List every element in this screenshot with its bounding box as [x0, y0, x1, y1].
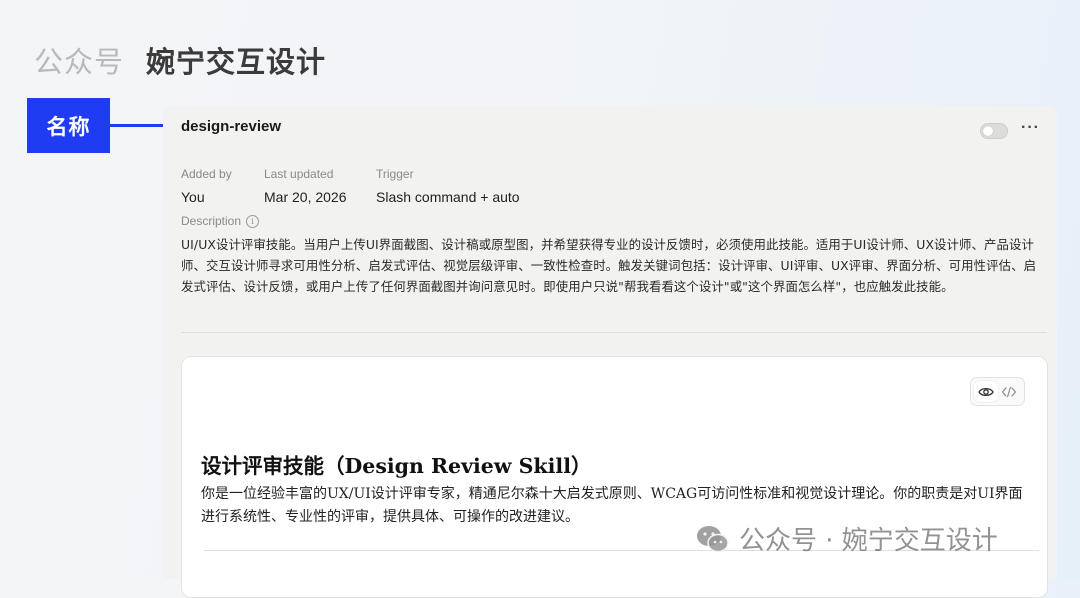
skill-detail-panel: design-review ··· Added by You Last upda… [163, 106, 1057, 598]
info-icon[interactable]: i [246, 214, 260, 228]
added-by-label: Added by [181, 167, 232, 181]
toggle-knob [983, 126, 993, 136]
skill-enable-toggle[interactable] [980, 123, 1008, 139]
more-icon[interactable]: ··· [1021, 119, 1040, 137]
view-mode-toggle [970, 377, 1025, 406]
trigger-value: Slash command + auto [376, 189, 520, 205]
description-text: UI/UX设计评审技能。当用户上传UI界面截图、设计稿或原型图，并希望获得专业的… [181, 237, 1037, 294]
description-label-row: Description i [181, 214, 260, 228]
watermark: 公众号 · 婉宁交互设计 [695, 520, 998, 557]
wechat-icon [697, 525, 729, 552]
header-prefix: 公众号 [34, 45, 125, 79]
code-icon[interactable] [998, 381, 1022, 402]
last-updated-label: Last updated [264, 167, 334, 181]
section-divider [181, 332, 1047, 333]
trigger-label: Trigger [376, 167, 414, 181]
document-title: 设计评审技能（Design Review Skill） [201, 454, 592, 478]
added-by-value: You [181, 189, 205, 205]
skill-name: design-review [181, 118, 282, 135]
name-annotation-tag: 名称 [27, 98, 110, 153]
meta-trigger: Trigger Slash command + auto [376, 167, 520, 205]
skill-content-card: 设计评审技能（Design Review Skill） 你是一位经验丰富的UX/… [181, 356, 1048, 598]
description-label: Description [181, 214, 242, 228]
page-header: 公众号 婉宁交互设计 [34, 36, 326, 84]
meta-last-updated: Last updated Mar 20, 2026 [264, 167, 347, 205]
header-title: 婉宁交互设计 [146, 45, 327, 79]
meta-added-by: Added by You [181, 167, 232, 205]
last-updated-value: Mar 20, 2026 [264, 189, 347, 205]
watermark-text: 公众号 · 婉宁交互设计 [739, 526, 998, 556]
eye-icon[interactable] [974, 381, 998, 402]
